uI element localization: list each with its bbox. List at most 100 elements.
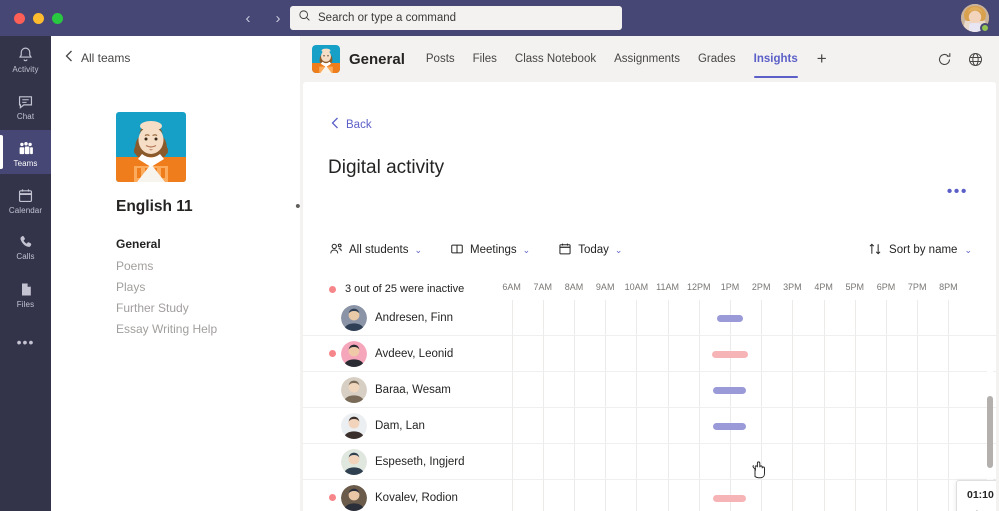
filter-all-students-label: All students	[349, 244, 408, 256]
rail-item-teams[interactable]: Teams	[0, 130, 51, 174]
activity-bar[interactable]	[713, 387, 745, 394]
meetings-icon	[450, 242, 464, 259]
table-row[interactable]: Espeseth, Ingjerd	[303, 444, 996, 480]
channel-tab-bar: General Posts Files Class Notebook Assig…	[300, 36, 999, 82]
sidebar-channel-poems[interactable]: Poems	[116, 259, 153, 273]
nav-back-icon[interactable]: ‹	[238, 8, 258, 28]
chevron-down-icon: ⌄	[964, 245, 972, 256]
nav-forward-icon[interactable]: ›	[268, 8, 288, 28]
x-tick-7am: 7AM	[534, 282, 553, 292]
table-row[interactable]: Andresen, Finn	[303, 300, 996, 336]
tab-insights[interactable]: Insights	[745, 36, 807, 82]
filter-today[interactable]: Today ⌄	[558, 242, 622, 259]
table-row[interactable]: Avdeev, Leonid	[303, 336, 996, 372]
rail-item-activity[interactable]: Activity	[0, 36, 51, 80]
search-input[interactable]: Search or type a command	[290, 6, 622, 30]
student-rows: Andresen, FinnAvdeev, Leonid Baraa, Wesam…	[303, 300, 996, 511]
chevron-left-icon	[331, 116, 339, 134]
presence-indicator	[980, 23, 990, 33]
x-tick-9am: 9AM	[596, 282, 615, 292]
x-tick-8pm: 8PM	[939, 282, 958, 292]
activity-bar[interactable]	[717, 315, 743, 322]
refresh-icon[interactable]	[937, 52, 952, 67]
inactive-dot-icon	[329, 350, 336, 357]
sort-by-button[interactable]: Sort by name ⌄	[868, 233, 972, 267]
add-tab-button[interactable]: +	[807, 49, 837, 69]
inactive-dot-icon	[329, 286, 336, 293]
filter-all-students[interactable]: All students ⌄	[329, 242, 422, 259]
tab-assignments[interactable]: Assignments	[605, 36, 689, 82]
title-bar: ‹ › Search or type a command	[0, 0, 999, 36]
rail-label-activity: Activity	[12, 65, 38, 74]
avatar	[341, 485, 367, 511]
navigation-arrows: ‹ ›	[238, 8, 288, 28]
x-tick-5pm: 5PM	[846, 282, 865, 292]
window-controls	[14, 13, 63, 24]
table-row[interactable]: Kovalev, Rodion	[303, 480, 996, 511]
sidebar-channel-plays[interactable]: Plays	[116, 280, 145, 294]
all-teams-label: All teams	[81, 51, 130, 65]
inactive-summary: 3 out of 25 were inactive	[329, 283, 464, 295]
app-rail: Activity Chat Teams Calendar	[0, 36, 51, 511]
missed-meeting-bar[interactable]	[713, 495, 745, 502]
x-tick-1pm: 1PM	[721, 282, 740, 292]
globe-icon[interactable]	[968, 52, 983, 67]
rail-label-teams: Teams	[13, 159, 37, 168]
sidebar-channel-further-study[interactable]: Further Study	[116, 301, 189, 315]
avatar	[341, 449, 367, 475]
sort-by-label: Sort by name	[889, 244, 957, 256]
more-apps-icon: •••	[17, 338, 35, 346]
missed-meeting-bar[interactable]	[712, 351, 748, 358]
x-tick-11am: 11AM	[656, 282, 679, 292]
student-name: Kovalev, Rodion	[375, 492, 458, 504]
activity-bar[interactable]	[713, 423, 745, 430]
table-row[interactable]: Baraa, Wesam	[303, 372, 996, 408]
main-content: General Posts Files Class Notebook Assig…	[300, 36, 999, 511]
filter-today-label: Today	[578, 244, 609, 256]
student-name: Espeseth, Ingjerd	[375, 456, 465, 468]
people-icon	[329, 242, 343, 259]
team-avatar	[116, 112, 186, 182]
avatar	[341, 305, 367, 331]
tab-posts[interactable]: Posts	[417, 36, 464, 82]
rail-item-calendar[interactable]: Calendar	[0, 177, 51, 221]
team-sidebar: All teams	[51, 36, 300, 511]
x-tick-3pm: 3PM	[783, 282, 802, 292]
tab-class-notebook[interactable]: Class Notebook	[506, 36, 605, 82]
tab-grades[interactable]: Grades	[689, 36, 745, 82]
chevron-down-icon: ⌄	[615, 245, 623, 256]
rail-item-files[interactable]: Files	[0, 271, 51, 315]
x-tick-7pm: 7PM	[908, 282, 927, 292]
all-teams-button[interactable]: All teams	[51, 36, 300, 65]
page-title: Digital activity	[303, 134, 996, 179]
avatar	[341, 413, 367, 439]
student-name: Baraa, Wesam	[375, 384, 451, 396]
filter-meetings-label: Meetings	[470, 244, 517, 256]
rail-item-calls[interactable]: Calls	[0, 224, 51, 268]
rail-item-more[interactable]: •••	[0, 318, 51, 362]
tab-files[interactable]: Files	[464, 36, 506, 82]
table-row[interactable]: Dam, Lan	[303, 408, 996, 444]
chevron-down-icon: ⌄	[414, 245, 422, 256]
rail-item-chat[interactable]: Chat	[0, 83, 51, 127]
sidebar-channel-general[interactable]: General	[116, 237, 161, 251]
x-tick-6pm: 6PM	[877, 282, 896, 292]
search-placeholder: Search or type a command	[318, 12, 456, 24]
maximize-window-button[interactable]	[52, 13, 63, 24]
tab-bar-actions	[937, 52, 999, 67]
avatar	[341, 341, 367, 367]
sidebar-channel-essay-writing-help[interactable]: Essay Writing Help	[116, 322, 217, 336]
tooltip-time: 01:10 PM	[967, 489, 996, 501]
back-button[interactable]: Back	[303, 82, 996, 134]
inactive-summary-label: 3 out of 25 were inactive	[345, 283, 464, 295]
panel-more-options-button[interactable]: •••	[947, 188, 968, 196]
app-window: ‹ › Search or type a command	[0, 0, 999, 511]
channel-avatar-icon	[312, 45, 340, 73]
x-tick-4pm: 4PM	[814, 282, 833, 292]
filter-meetings[interactable]: Meetings ⌄	[450, 242, 530, 259]
rail-label-files: Files	[17, 300, 34, 309]
scrollbar-thumb[interactable]	[987, 396, 993, 468]
close-window-button[interactable]	[14, 13, 25, 24]
channel-title: General	[349, 51, 405, 68]
minimize-window-button[interactable]	[33, 13, 44, 24]
